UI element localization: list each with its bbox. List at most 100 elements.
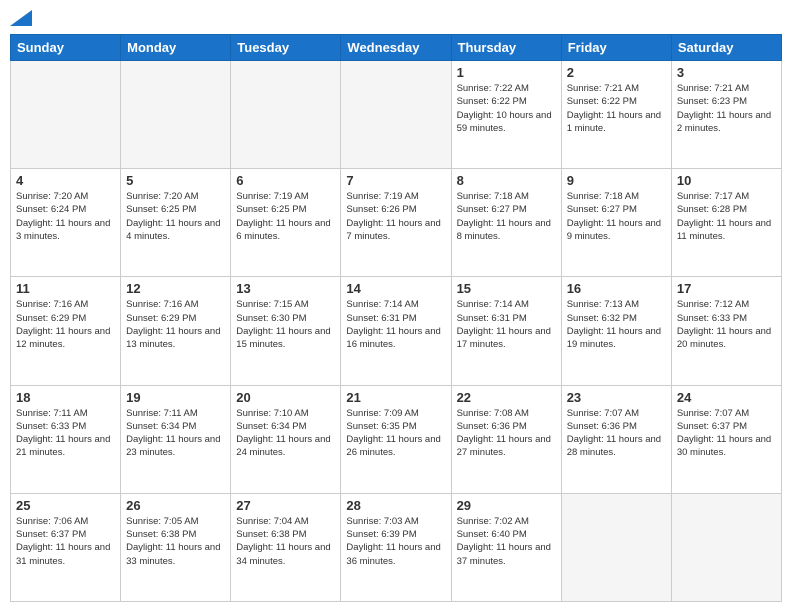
calendar-cell: 27Sunrise: 7:04 AMSunset: 6:38 PMDayligh…: [231, 493, 341, 601]
day-number: 15: [457, 281, 556, 296]
day-info: Sunrise: 7:05 AMSunset: 6:38 PMDaylight:…: [126, 515, 225, 568]
day-info: Sunrise: 7:18 AMSunset: 6:27 PMDaylight:…: [457, 190, 556, 243]
col-wednesday: Wednesday: [341, 35, 451, 61]
calendar-cell: 17 Sunrise: 7:12 AMSunset: 6:33 PMDayligh…: [671, 277, 781, 385]
day-number: 6: [236, 173, 335, 188]
day-number: 16: [567, 281, 666, 296]
header: [10, 10, 782, 26]
day-info: Sunrise: 7:10 AMSunset: 6:34 PMDaylight:…: [236, 407, 335, 460]
calendar-cell: 4Sunrise: 7:20 AMSunset: 6:24 PMDaylight…: [11, 169, 121, 277]
page: Sunday Monday Tuesday Wednesday Thursday…: [0, 0, 792, 612]
day-info: Sunrise: 7:21 AMSunset: 6:22 PMDaylight:…: [567, 82, 666, 135]
logo: [10, 10, 32, 26]
day-info: Sunrise: 7:03 AMSunset: 6:39 PMDaylight:…: [346, 515, 445, 568]
calendar-table: Sunday Monday Tuesday Wednesday Thursday…: [10, 34, 782, 602]
calendar-cell: 26 Sunrise: 7:05 AMSunset: 6:38 PMDayligh…: [121, 493, 231, 601]
day-info: Sunrise: 7:17 AMSunset: 6:28 PMDaylight:…: [677, 190, 776, 243]
calendar-cell: [231, 61, 341, 169]
calendar-cell: [341, 61, 451, 169]
calendar-cell: 7 Sunrise: 7:19 AMSunset: 6:26 PMDaylight…: [341, 169, 451, 277]
day-number: 9: [567, 173, 666, 188]
day-info: Sunrise: 7:20 AMSunset: 6:24 PMDaylight:…: [16, 190, 115, 243]
day-number: 7: [346, 173, 445, 188]
day-info: Sunrise: 7:07 AMSunset: 6:37 PMDaylight:…: [677, 407, 776, 460]
col-sunday: Sunday: [11, 35, 121, 61]
calendar-cell: 5Sunrise: 7:20 AMSunset: 6:25 PMDaylight…: [121, 169, 231, 277]
day-number: 21: [346, 390, 445, 405]
calendar-week-row: 25 Sunrise: 7:06 AMSunset: 6:37 PMDayligh…: [11, 493, 782, 601]
day-number: 17: [677, 281, 776, 296]
day-info: Sunrise: 7:09 AMSunset: 6:35 PMDaylight:…: [346, 407, 445, 460]
calendar-cell: [11, 61, 121, 169]
calendar-cell: 11Sunrise: 7:16 AMSunset: 6:29 PMDayligh…: [11, 277, 121, 385]
calendar-cell: 19 Sunrise: 7:11 AMSunset: 6:34 PMDayligh…: [121, 385, 231, 493]
calendar-cell: 20 Sunrise: 7:10 AMSunset: 6:34 PMDayligh…: [231, 385, 341, 493]
calendar-week-row: 11 Sunrise: 7:16 AMSunset: 6:29 PMDayligh…: [11, 277, 782, 385]
day-info: Sunrise: 7:19 AMSunset: 6:26 PMDaylight:…: [346, 190, 445, 243]
day-info: Sunrise: 7:06 AMSunset: 6:37 PMDaylight:…: [16, 515, 115, 568]
col-thursday: Thursday: [451, 35, 561, 61]
day-info: Sunrise: 7:08 AMSunset: 6:36 PMDaylight:…: [457, 407, 556, 460]
day-number: 10: [677, 173, 776, 188]
calendar-cell: 15 Sunrise: 7:14 AMSunset: 6:31 PMDayligh…: [451, 277, 561, 385]
day-number: 20: [236, 390, 335, 405]
day-info: Sunrise: 7:14 AMSunset: 6:31 PMDaylight:…: [457, 298, 556, 351]
calendar-cell: 21 Sunrise: 7:09 AMSunset: 6:35 PMDayligh…: [341, 385, 451, 493]
day-info: Sunrise: 7:11 AMSunset: 6:34 PMDaylight:…: [126, 407, 225, 460]
col-friday: Friday: [561, 35, 671, 61]
day-number: 14: [346, 281, 445, 296]
calendar-cell: 28 Sunrise: 7:03 AMSunset: 6:39 PMDayligh…: [341, 493, 451, 601]
calendar-week-row: 18 Sunrise: 7:11 AMSunset: 6:33 PMDayligh…: [11, 385, 782, 493]
calendar-cell: 23 Sunrise: 7:07 AMSunset: 6:36 PMDayligh…: [561, 385, 671, 493]
day-number: 8: [457, 173, 556, 188]
day-number: 24: [677, 390, 776, 405]
calendar-cell: [121, 61, 231, 169]
day-number: 12: [126, 281, 225, 296]
calendar-header-row: Sunday Monday Tuesday Wednesday Thursday…: [11, 35, 782, 61]
calendar-cell: 3 Sunrise: 7:21 AMSunset: 6:23 PMDaylight…: [671, 61, 781, 169]
calendar-cell: [561, 493, 671, 601]
day-number: 11: [16, 281, 115, 296]
calendar-cell: 22Sunrise: 7:08 AMSunset: 6:36 PMDayligh…: [451, 385, 561, 493]
day-info: Sunrise: 7:07 AMSunset: 6:36 PMDaylight:…: [567, 407, 666, 460]
calendar-cell: 16 Sunrise: 7:13 AMSunset: 6:32 PMDayligh…: [561, 277, 671, 385]
day-number: 18: [16, 390, 115, 405]
calendar-cell: 9Sunrise: 7:18 AMSunset: 6:27 PMDaylight…: [561, 169, 671, 277]
day-info: Sunrise: 7:12 AMSunset: 6:33 PMDaylight:…: [677, 298, 776, 351]
day-number: 26: [126, 498, 225, 513]
day-info: Sunrise: 7:04 AMSunset: 6:38 PMDaylight:…: [236, 515, 335, 568]
calendar-cell: 1 Sunrise: 7:22 AMSunset: 6:22 PMDaylight…: [451, 61, 561, 169]
calendar-cell: 8 Sunrise: 7:18 AMSunset: 6:27 PMDaylight…: [451, 169, 561, 277]
day-number: 25: [16, 498, 115, 513]
day-number: 13: [236, 281, 335, 296]
calendar-cell: 29Sunrise: 7:02 AMSunset: 6:40 PMDayligh…: [451, 493, 561, 601]
calendar-cell: 25 Sunrise: 7:06 AMSunset: 6:37 PMDayligh…: [11, 493, 121, 601]
day-number: 1: [457, 65, 556, 80]
calendar-cell: 24 Sunrise: 7:07 AMSunset: 6:37 PMDayligh…: [671, 385, 781, 493]
day-number: 28: [346, 498, 445, 513]
col-saturday: Saturday: [671, 35, 781, 61]
day-number: 2: [567, 65, 666, 80]
day-info: Sunrise: 7:21 AMSunset: 6:23 PMDaylight:…: [677, 82, 776, 135]
day-number: 23: [567, 390, 666, 405]
calendar-cell: 6 Sunrise: 7:19 AMSunset: 6:25 PMDaylight…: [231, 169, 341, 277]
day-info: Sunrise: 7:13 AMSunset: 6:32 PMDaylight:…: [567, 298, 666, 351]
calendar-cell: 13Sunrise: 7:15 AMSunset: 6:30 PMDayligh…: [231, 277, 341, 385]
calendar-cell: [671, 493, 781, 601]
calendar-cell: 10 Sunrise: 7:17 AMSunset: 6:28 PMDayligh…: [671, 169, 781, 277]
day-info: Sunrise: 7:20 AMSunset: 6:25 PMDaylight:…: [126, 190, 225, 243]
col-tuesday: Tuesday: [231, 35, 341, 61]
calendar-week-row: 1 Sunrise: 7:22 AMSunset: 6:22 PMDaylight…: [11, 61, 782, 169]
day-info: Sunrise: 7:16 AMSunset: 6:29 PMDaylight:…: [126, 298, 225, 351]
day-info: Sunrise: 7:22 AMSunset: 6:22 PMDaylight:…: [457, 82, 556, 135]
calendar-cell: 2 Sunrise: 7:21 AMSunset: 6:22 PMDaylight…: [561, 61, 671, 169]
col-monday: Monday: [121, 35, 231, 61]
day-info: Sunrise: 7:14 AMSunset: 6:31 PMDaylight:…: [346, 298, 445, 351]
calendar-week-row: 4Sunrise: 7:20 AMSunset: 6:24 PMDaylight…: [11, 169, 782, 277]
calendar-cell: 18 Sunrise: 7:11 AMSunset: 6:33 PMDayligh…: [11, 385, 121, 493]
day-number: 3: [677, 65, 776, 80]
calendar-cell: 14 Sunrise: 7:14 AMSunset: 6:31 PMDayligh…: [341, 277, 451, 385]
day-number: 19: [126, 390, 225, 405]
day-info: Sunrise: 7:19 AMSunset: 6:25 PMDaylight:…: [236, 190, 335, 243]
day-info: Sunrise: 7:11 AMSunset: 6:33 PMDaylight:…: [16, 407, 115, 460]
